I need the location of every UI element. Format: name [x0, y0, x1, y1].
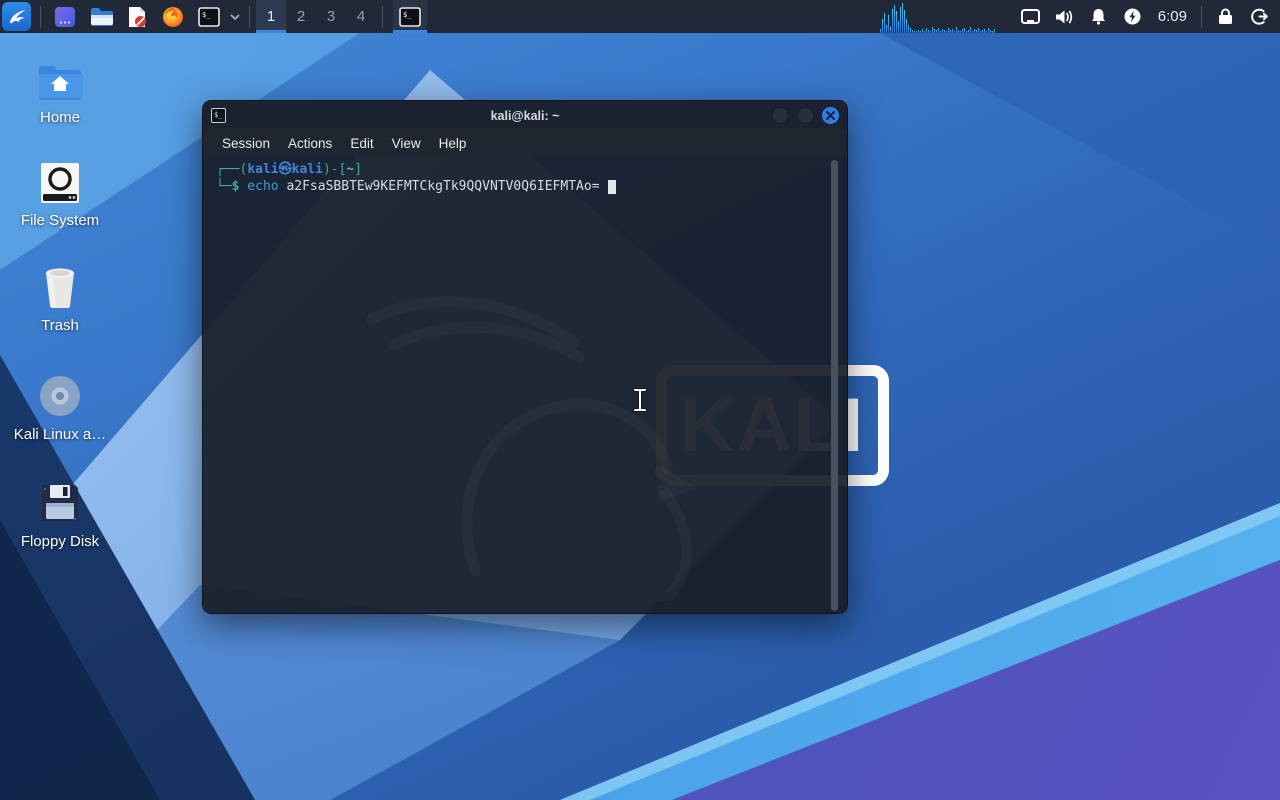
window-titlebar[interactable]: $_ kali@kali: ~	[203, 101, 847, 130]
volume-tray-button[interactable]	[1048, 0, 1082, 33]
text-editor-icon	[129, 6, 146, 27]
taskbar-terminal-window-button[interactable]: $_	[393, 0, 427, 33]
display-icon	[1021, 9, 1041, 24]
logout-icon	[1250, 8, 1268, 25]
minimize-button[interactable]	[772, 107, 789, 124]
desktop-icon-label: File System	[20, 212, 100, 229]
workspace-4[interactable]: 4	[346, 0, 376, 33]
prompt-line-1: ┌──(kali㉿kali)-[~]	[216, 162, 363, 177]
launcher-dropdown-button[interactable]	[227, 0, 243, 33]
desktop-icon-trash[interactable]: Trash	[8, 263, 112, 334]
filesystem-icon	[39, 158, 81, 204]
system-monitor-graph[interactable]	[879, 0, 1000, 33]
launcher-terminal[interactable]: $_	[194, 0, 224, 33]
volume-icon	[1056, 10, 1073, 23]
floppy-icon	[38, 479, 82, 525]
menu-bar: Session Actions Edit View Help	[203, 130, 847, 156]
desktop-icon-filesystem[interactable]: File System	[8, 158, 112, 229]
launcher-app-window[interactable]	[50, 0, 80, 33]
panel-separator	[249, 5, 250, 28]
menu-actions[interactable]: Actions	[279, 136, 341, 151]
menu-view[interactable]: View	[383, 136, 430, 151]
notifications-tray-button[interactable]	[1082, 0, 1116, 33]
terminal-icon: $_	[399, 6, 421, 27]
desktop-icon-kali-cd[interactable]: Kali Linux a…	[8, 372, 112, 443]
logout-button[interactable]	[1242, 0, 1276, 33]
trash-icon	[38, 263, 82, 309]
chevron-down-icon	[230, 13, 240, 20]
menu-help[interactable]: Help	[430, 136, 476, 151]
terminal-icon: $_	[198, 6, 220, 27]
workspace-1[interactable]: 1	[256, 0, 286, 33]
window-title: kali@kali: ~	[490, 108, 560, 123]
launcher-file-manager[interactable]	[86, 0, 116, 33]
power-icon	[1124, 8, 1141, 25]
terminal-cursor	[608, 180, 617, 194]
desktop-icon-floppy[interactable]: Floppy Disk	[8, 479, 112, 550]
menu-session[interactable]: Session	[213, 136, 279, 151]
bell-icon	[1092, 9, 1106, 25]
close-button[interactable]	[822, 107, 839, 124]
panel-separator	[40, 5, 41, 28]
terminal-output-area[interactable]: ┌──(kali㉿kali)-[~] └─$ echo a2FsaSBBTEw9…	[203, 156, 847, 613]
panel-separator	[382, 5, 383, 28]
close-icon	[826, 111, 835, 120]
kali-dragon-icon	[9, 9, 26, 23]
workspace-2[interactable]: 2	[286, 0, 316, 33]
home-folder-icon	[37, 55, 83, 101]
desktop-icon-label: Trash	[41, 317, 79, 334]
terminal-icon: $_	[211, 108, 226, 123]
file-manager-icon	[90, 7, 113, 26]
firefox-icon	[163, 6, 183, 27]
svg-text:$_: $_	[403, 11, 412, 19]
display-tray-button[interactable]	[1014, 0, 1048, 33]
applications-menu-button[interactable]	[2, 2, 31, 31]
disc-icon	[38, 372, 82, 418]
kali-dragon-watermark	[363, 261, 723, 601]
workspace-3[interactable]: 3	[316, 0, 346, 33]
desktop-icon-label: Floppy Disk	[20, 533, 100, 550]
launcher-firefox[interactable]	[158, 0, 188, 33]
terminal-window: $_ kali@kali: ~ Session Actions Edit Vie…	[202, 100, 848, 614]
lock-screen-button[interactable]	[1208, 0, 1242, 33]
prompt-line-2: └─$ echo a2FsaSBBTEw9KEFMTCkgTk9QQVNTV0Q…	[216, 178, 847, 195]
menu-edit[interactable]: Edit	[341, 136, 382, 151]
panel-separator	[1201, 5, 1202, 28]
lock-icon	[1218, 8, 1232, 24]
maximize-button[interactable]	[797, 107, 814, 124]
top-panel: $_ 1 2 3 4 $_ 6:09	[0, 0, 1280, 33]
launcher-text-editor[interactable]	[122, 0, 152, 33]
app-window-icon	[55, 6, 75, 27]
clock[interactable]: 6:09	[1150, 8, 1195, 25]
desktop-icon-label: Kali Linux a…	[13, 426, 107, 443]
svg-text:$_: $_	[202, 11, 211, 19]
terminal-scrollbar[interactable]	[831, 160, 838, 611]
power-manager-tray-button[interactable]	[1116, 0, 1150, 33]
desktop-icon-home[interactable]: Home	[8, 55, 112, 126]
desktop-icon-label: Home	[39, 109, 80, 126]
